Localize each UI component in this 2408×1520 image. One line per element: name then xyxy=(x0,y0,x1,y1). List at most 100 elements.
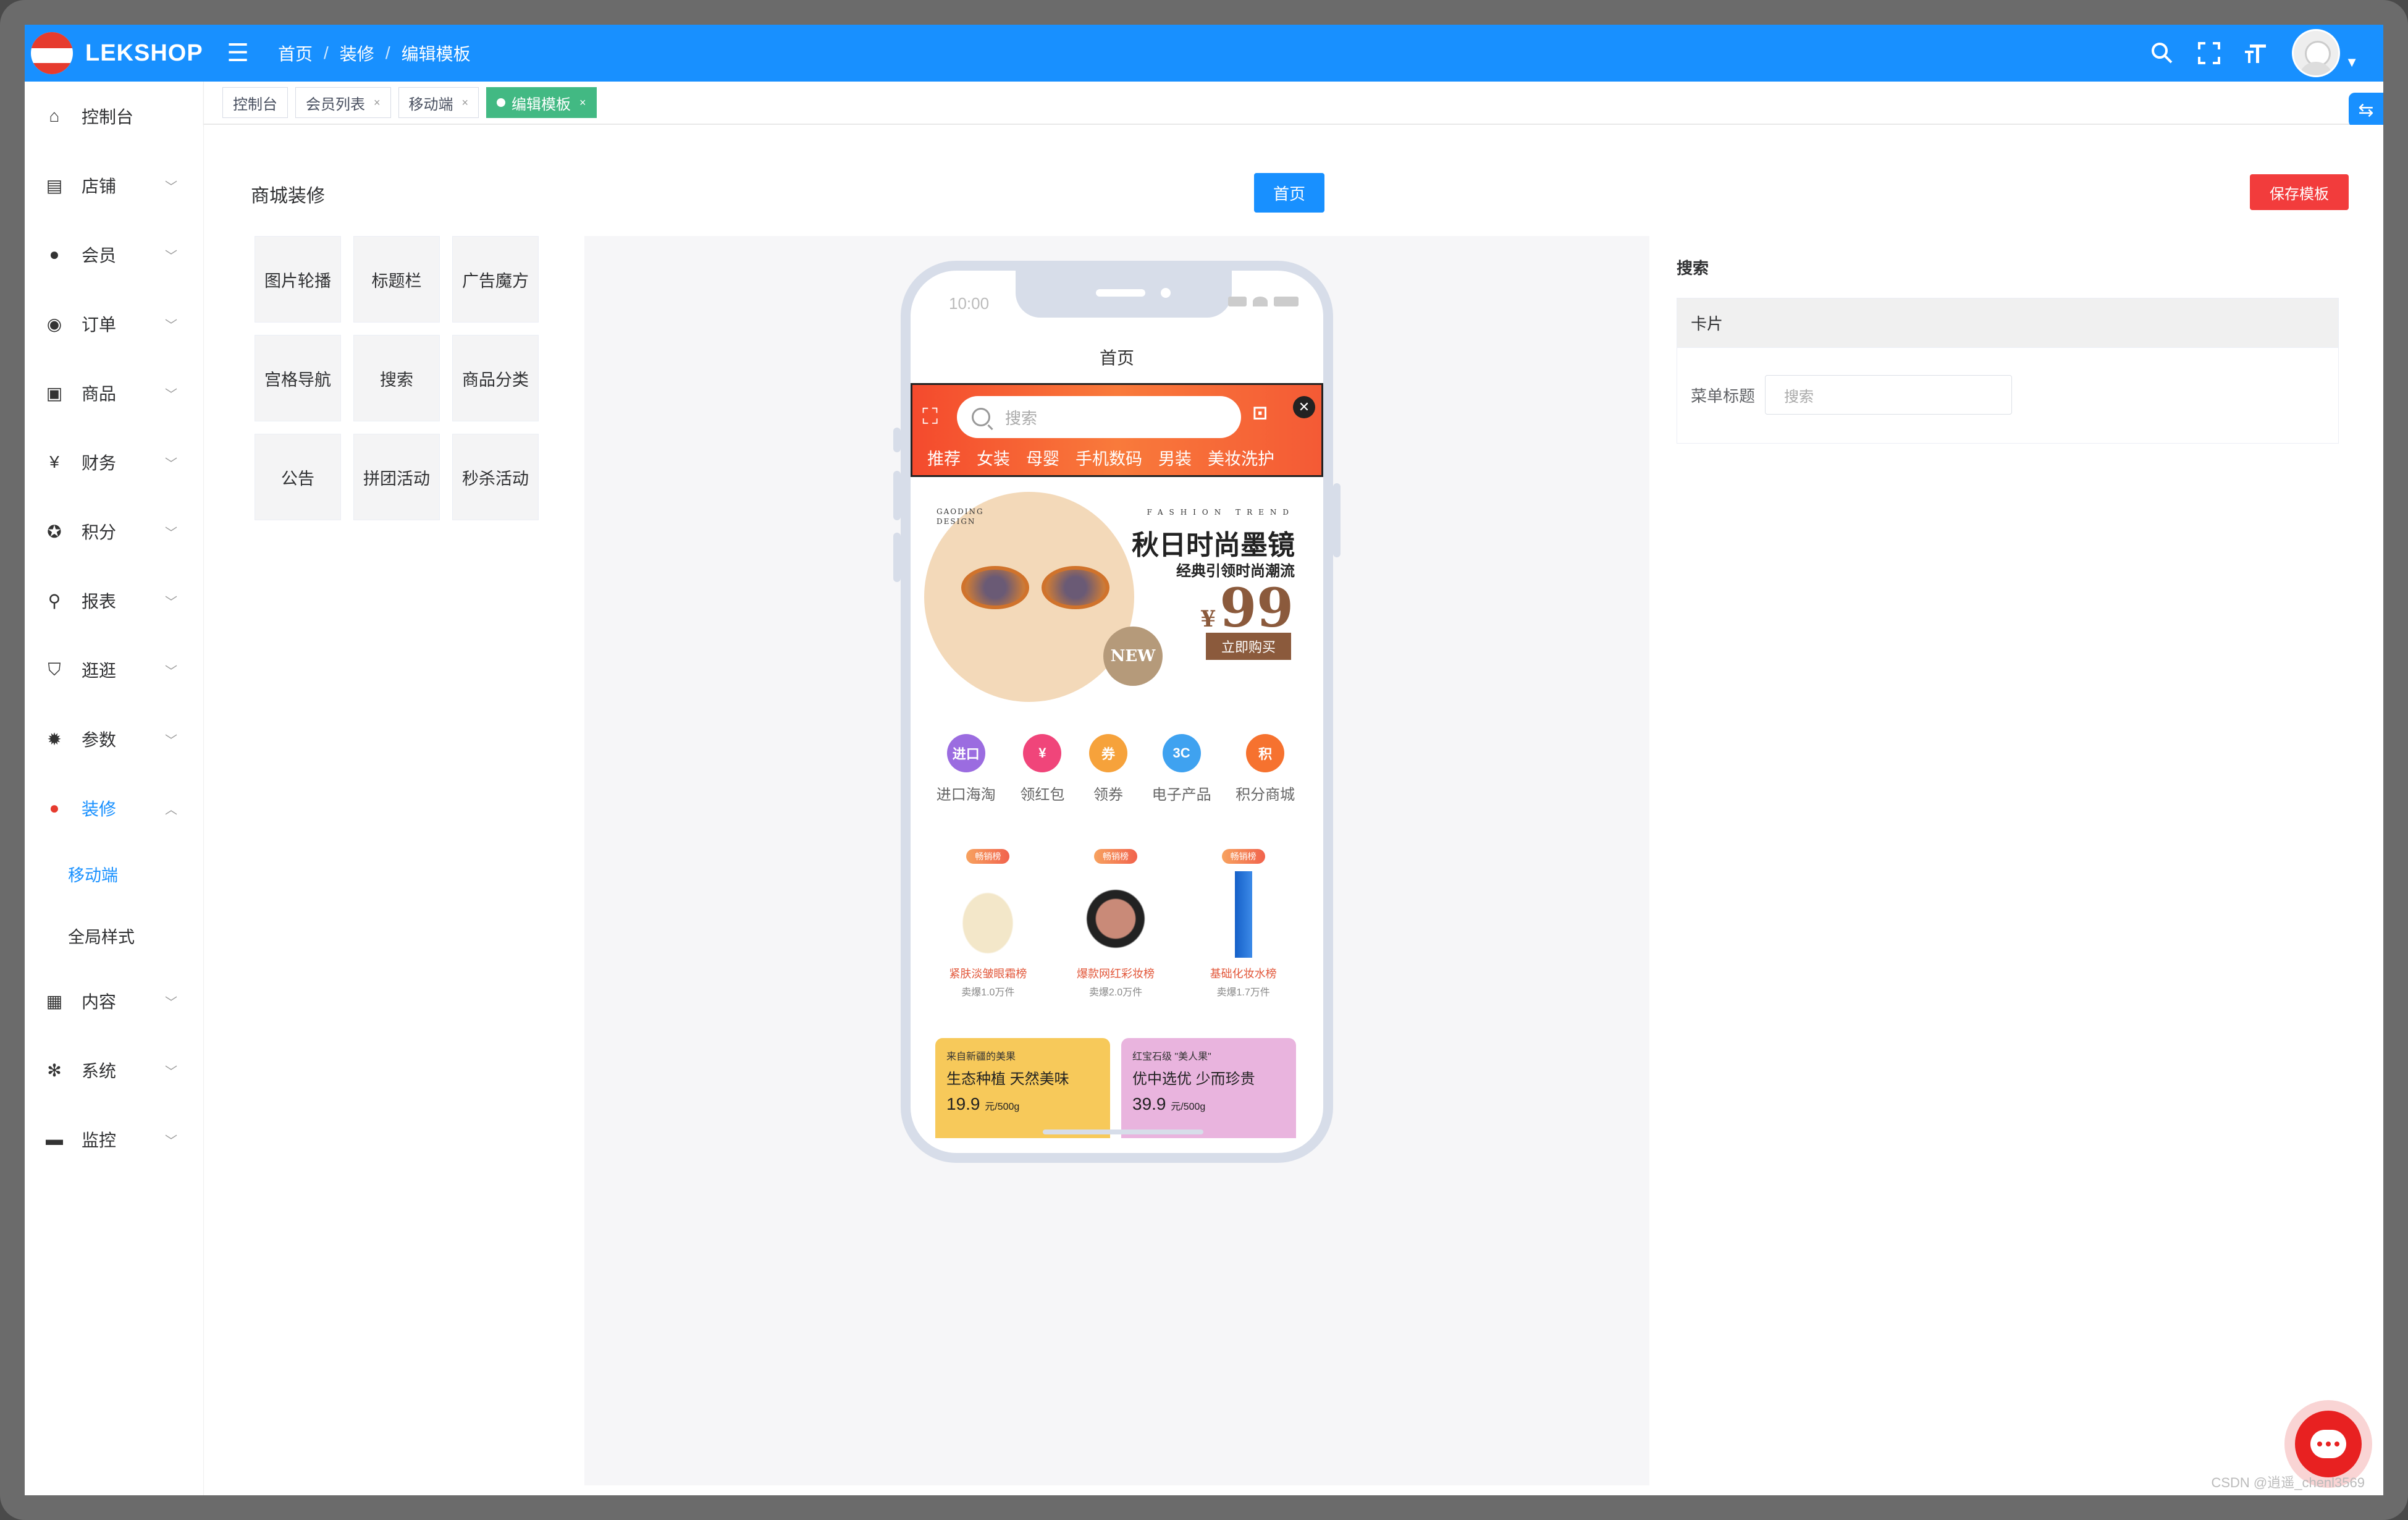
component-widget[interactable]: 公告 xyxy=(255,434,341,520)
sidebar-item[interactable]: ✪ 积分 ﹀ xyxy=(25,497,203,566)
grid-nav-item[interactable]: 券领券 xyxy=(1088,733,1127,804)
sidebar-item-label: 订单 xyxy=(82,315,117,334)
settings-icon: ✻ xyxy=(47,1060,62,1080)
component-widget[interactable]: 商品分类 xyxy=(452,335,539,421)
tab-item[interactable]: 移动端 × xyxy=(398,87,479,118)
phone-side-button xyxy=(893,471,901,520)
search-component[interactable]: ⛶ 搜索 ⊡ ✕ 推荐 女装 母婴 手机数码 男装 美妆洗护 xyxy=(911,383,1323,477)
sidebar-item[interactable]: ✹ 参数 ﹀ xyxy=(25,704,203,774)
grid-nav-item[interactable]: 进口 进口海淘 xyxy=(937,733,996,804)
sidebar-item[interactable]: ◉ 订单 ﹀ xyxy=(25,289,203,358)
import-icon: 进口 xyxy=(946,733,985,772)
sidebar-item-label: 装修 xyxy=(82,800,117,819)
breadcrumb-home[interactable]: 首页 xyxy=(278,41,313,65)
fullscreen-icon[interactable] xyxy=(2186,30,2233,77)
expand-icon[interactable]: ⛶ xyxy=(922,403,938,430)
card-title: 卡片 xyxy=(1677,298,2338,348)
component-widget[interactable]: 标题栏 xyxy=(353,236,440,323)
tab-item[interactable]: 会员列表 × xyxy=(295,87,391,118)
banner-tagline: FASHION TREND xyxy=(1147,508,1295,517)
banner-buy-button[interactable]: 立即购买 xyxy=(1206,633,1291,660)
close-icon[interactable]: × xyxy=(579,96,586,109)
close-icon[interactable]: × xyxy=(374,96,381,109)
logo[interactable]: LEKSHOP xyxy=(25,32,204,74)
rank-item[interactable]: 畅销榜 基础化妆水榜 卖爆1.7万件 xyxy=(1188,849,1299,999)
component-widget[interactable]: 图片轮播 xyxy=(255,236,341,323)
close-icon[interactable]: × xyxy=(462,96,469,109)
tab-item[interactable]: 控制台 xyxy=(222,87,288,118)
yen-icon: ¥ xyxy=(49,452,59,471)
close-icon[interactable]: ✕ xyxy=(1293,396,1315,418)
phone-side-button xyxy=(893,428,901,452)
grid-nav-label: 领红包 xyxy=(1020,786,1065,803)
sidebar-item[interactable]: ● 会员 ﹀ xyxy=(25,220,203,289)
promo-price-value: 19.9 xyxy=(946,1094,980,1113)
sidebar-item[interactable]: ▤ 店铺 ﹀ xyxy=(25,151,203,220)
component-widget[interactable]: 广告魔方 xyxy=(452,236,539,323)
chevron-down-icon: ﹀ xyxy=(165,1065,177,1079)
chevron-down-icon: ﹀ xyxy=(165,180,177,194)
sidebar-item[interactable]: ▦ 内容 ﹀ xyxy=(25,966,203,1036)
banner-brand: GAODING DESIGN xyxy=(937,507,984,526)
sidebar-item-label: 店铺 xyxy=(82,177,117,196)
promo-card[interactable]: 来自新疆的美果 生态种植 天然美味 19.9 元/500g xyxy=(935,1038,1110,1138)
sidebar-item[interactable]: ⚲ 报表 ﹀ xyxy=(25,566,203,635)
category-tab[interactable]: 母婴 xyxy=(1026,445,1059,470)
order-icon: ◉ xyxy=(46,314,62,334)
sidebar-item[interactable]: ⛉ 逛逛 ﹀ xyxy=(25,635,203,704)
search-icon[interactable] xyxy=(2139,30,2186,77)
category-tab[interactable]: 女装 xyxy=(977,445,1010,470)
sidebar-item[interactable]: ● 装修 ︿ xyxy=(25,774,203,843)
font-size-icon[interactable] xyxy=(2233,30,2280,77)
chevron-down-icon: ﹀ xyxy=(165,318,177,332)
banner-image[interactable]: GAODING DESIGN FASHION TREND 秋日时尚墨镜 经典引领… xyxy=(924,492,1307,702)
chevron-up-icon: ︿ xyxy=(165,803,177,817)
rank-tag: 畅销榜 xyxy=(966,849,1010,864)
menu-title-input[interactable]: 搜索 xyxy=(1765,375,2013,415)
category-tab[interactable]: 男装 xyxy=(1158,445,1192,470)
sidebar-item[interactable]: ▣ 商品 ﹀ xyxy=(25,358,203,428)
component-widget[interactable]: 宫格导航 xyxy=(255,335,341,421)
home-button[interactable]: 首页 xyxy=(1254,173,1324,213)
rank-item[interactable]: 畅销榜 紧肤淡皱眼霜榜 卖爆1.0万件 xyxy=(932,849,1043,999)
avatar[interactable] xyxy=(2292,29,2341,77)
scan-icon[interactable]: ⊡ xyxy=(1252,402,1268,424)
chevron-down-icon[interactable]: ▼ xyxy=(2345,54,2359,70)
category-tab[interactable]: 美妆洗护 xyxy=(1208,445,1274,470)
fire-icon: ● xyxy=(49,798,60,817)
chevron-down-icon: ﹀ xyxy=(165,249,177,263)
sidebar-subitem[interactable]: 移动端 xyxy=(25,843,203,905)
grid-nav-label: 领券 xyxy=(1093,786,1123,803)
component-widget[interactable]: 搜索 xyxy=(353,335,440,421)
sidebar-item[interactable]: ⌂ 控制台 xyxy=(25,82,203,151)
sidebar-item[interactable]: ✻ 系统 ﹀ xyxy=(25,1036,203,1105)
user-icon: ● xyxy=(49,245,60,264)
component-widget[interactable]: 秒杀活动 xyxy=(452,434,539,520)
category-tab[interactable]: 推荐 xyxy=(927,445,961,470)
chevron-down-icon: ﹀ xyxy=(165,457,177,471)
sidebar-item-label: 参数 xyxy=(82,730,117,749)
promo-card[interactable]: 红宝石级 "美人果" 优中选优 少而珍贵 39.9 元/500g xyxy=(1121,1038,1296,1138)
tab-item[interactable]: 编辑模板 × xyxy=(486,87,597,118)
translate-tool-icon[interactable]: ⇆ xyxy=(2349,93,2383,127)
grid-nav-item[interactable]: ¥ 领红包 xyxy=(1020,733,1065,804)
sidebar-item[interactable]: ▬ 监控 ﹀ xyxy=(25,1105,203,1174)
grid-nav-item[interactable]: 3C 电子产品 xyxy=(1152,733,1211,804)
gear-icon: ✹ xyxy=(47,729,62,749)
breadcrumb-decorate[interactable]: 装修 xyxy=(340,41,374,65)
category-tab[interactable]: 手机数码 xyxy=(1076,445,1142,470)
search-icon: ⚲ xyxy=(48,591,61,610)
phone-search-placeholder: 搜索 xyxy=(1005,408,1038,428)
menu-toggle-icon[interactable]: ☰ xyxy=(216,32,259,75)
grid-nav-item[interactable]: 积积分商城 xyxy=(1236,733,1295,804)
save-template-button[interactable]: 保存模板 xyxy=(2250,174,2349,210)
sidebar-subitem[interactable]: 全局样式 xyxy=(25,905,203,966)
component-widget[interactable]: 拼团活动 xyxy=(353,434,440,520)
chevron-down-icon: ﹀ xyxy=(165,1134,177,1148)
home-indicator xyxy=(1043,1129,1203,1134)
phone-search-box[interactable]: 搜索 xyxy=(957,396,1241,438)
header-tools: ▼ xyxy=(2139,29,2383,77)
tab-label: 会员列表 xyxy=(306,96,365,113)
rank-item[interactable]: 畅销榜 爆款网红彩妆榜 卖爆2.0万件 xyxy=(1060,849,1171,999)
sidebar-item[interactable]: ¥ 财务 ﹀ xyxy=(25,428,203,497)
